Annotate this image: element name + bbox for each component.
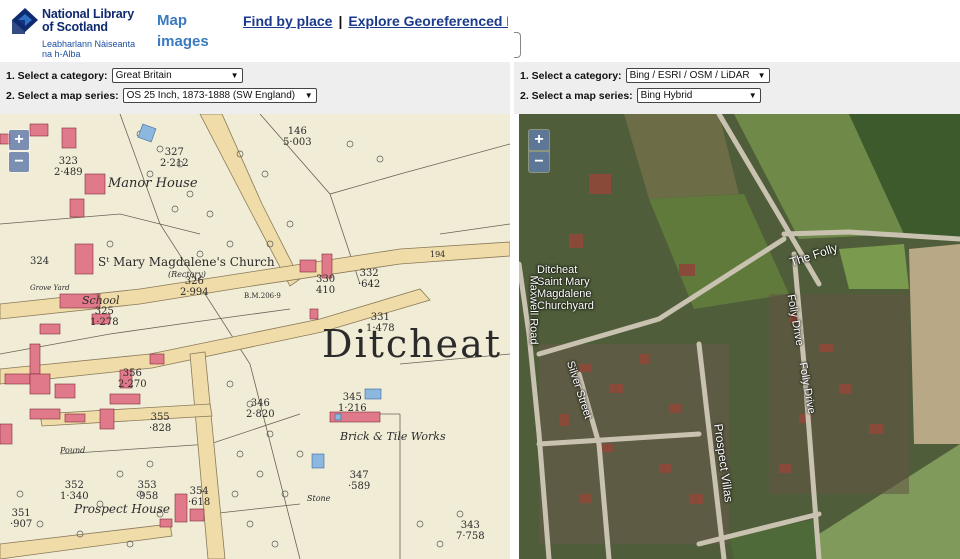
right-category-value: Bing / ESRI / OSM / LiDAR: [629, 70, 750, 81]
right-category-select[interactable]: Bing / ESRI / OSM / LiDAR ▼: [625, 68, 770, 83]
left-zoom-control: + −: [8, 129, 30, 173]
parcel-label: 347·589: [348, 470, 371, 492]
map-label-ditcheat: Ditcheat: [322, 322, 503, 366]
parcel-label: 355·828: [149, 412, 172, 434]
map-label-pound: Pound: [60, 446, 86, 455]
logo-title: National Library of Scotland: [42, 8, 134, 34]
parcel-label: 146 5·003: [283, 126, 312, 148]
map-label-church: Sᵗ Mary Magdalene's Church: [98, 255, 275, 269]
right-category-row: 1. Select a category: Bing / ESRI / OSM …: [520, 68, 770, 83]
map-divider[interactable]: [510, 114, 519, 559]
parcel-label: 354·618: [188, 486, 211, 508]
top-nav: Find by place | Explore Georeferenced Maps: [243, 13, 508, 29]
logo-line2: of Scotland: [42, 20, 108, 34]
parcel-label: 356 2·270: [118, 368, 147, 390]
chevron-down-icon: ▼: [757, 71, 766, 80]
chevron-down-icon: ▼: [748, 91, 757, 100]
find-by-place-link[interactable]: Find by place: [243, 13, 332, 29]
explore-georeferenced-link[interactable]: Explore Georeferenced Maps: [348, 13, 508, 29]
right-series-select[interactable]: Bing Hybrid ▼: [636, 88, 761, 103]
historic-map-viewer[interactable]: + − Manor House Sᵗ Mary Magdalene's Chur…: [0, 114, 510, 559]
left-category-label: 1. Select a category:: [6, 69, 108, 82]
nav-separator: |: [338, 13, 343, 29]
parcel-label: 326 2·994: [180, 276, 209, 298]
satellite-map-graphic: [519, 114, 960, 559]
nls-logo-icon: [12, 8, 38, 34]
map-label-stone: Stone: [307, 494, 331, 503]
zoom-in-button[interactable]: +: [529, 130, 549, 150]
parcel-label: 346 2·820: [246, 398, 275, 420]
logo-gaelic-line1: Leabharlann Nàiseanta: [42, 39, 136, 49]
zoom-out-button[interactable]: −: [9, 152, 29, 172]
header: National Library of Scotland Leabharlann…: [0, 0, 960, 62]
map-label-manor-house: Manor House: [108, 176, 198, 191]
map-label-prospect-house: Prospect House: [74, 502, 171, 516]
sat-label-churchyard: Ditcheat Saint Mary Magdalene Churchyard: [537, 264, 594, 312]
parcel-label: 324: [30, 256, 50, 267]
page-title-line1: Map: [157, 12, 187, 29]
right-control-panel: 1. Select a category: Bing / ESRI / OSM …: [514, 62, 960, 114]
right-category-label: 1. Select a category:: [520, 69, 622, 82]
parcel-label: 323 2·489: [54, 156, 83, 178]
logo-gaelic-line2: na h-Alba: [42, 49, 81, 59]
sat-label-maxwell-road: Maxwell Road: [527, 275, 540, 345]
parcel-label: 327 2·212: [160, 147, 189, 169]
parcel-label: 353·958: [136, 480, 159, 502]
chevron-down-icon: ▼: [230, 71, 239, 80]
map-label-brick-works: Brick & Tile Works: [340, 430, 446, 443]
right-series-value: Bing Hybrid: [640, 90, 693, 101]
map-label-road-mark: 194: [430, 250, 446, 259]
parcel-label: 331 1·478: [366, 312, 395, 334]
parcel-label: 345 1·216: [338, 392, 367, 414]
page-title: Map images: [157, 10, 209, 52]
left-category-select[interactable]: Great Britain ▼: [111, 68, 243, 83]
left-category-row: 1. Select a category: Great Britain ▼: [6, 68, 243, 83]
left-series-select[interactable]: OS 25 Inch, 1873-1888 (SW England) ▼: [122, 88, 317, 103]
zoom-in-button[interactable]: +: [9, 130, 29, 150]
parcel-label: 330 410: [316, 274, 336, 296]
parcel-label: 352 1·340: [60, 480, 89, 502]
nls-logo[interactable]: National Library of Scotland Leabharlann…: [12, 6, 142, 59]
parcel-label: 351·907: [10, 508, 33, 530]
logo-gaelic: Leabharlann Nàiseanta na h-Alba: [42, 39, 135, 59]
page-title-line2: images: [157, 33, 209, 50]
parcel-label: 332·642: [358, 268, 381, 290]
header-divider: [514, 32, 521, 58]
left-category-value: Great Britain: [115, 70, 172, 81]
left-control-panel: 1. Select a category: Great Britain ▼ 2.…: [0, 62, 510, 114]
left-series-label: 2. Select a map series:: [6, 89, 119, 102]
right-series-row: 2. Select a map series: Bing Hybrid ▼: [520, 88, 761, 103]
map-label-benchmark: B.M.206·9: [244, 292, 281, 300]
zoom-out-button[interactable]: −: [529, 152, 549, 172]
chevron-down-icon: ▼: [304, 91, 313, 100]
satellite-map-viewer[interactable]: + − The Folly Ditcheat Saint Mary Magdal…: [519, 114, 960, 559]
left-series-row: 2. Select a map series: OS 25 Inch, 1873…: [6, 88, 317, 103]
right-series-label: 2. Select a map series:: [520, 89, 633, 102]
right-zoom-control: + −: [528, 129, 550, 173]
left-series-value: OS 25 Inch, 1873-1888 (SW England): [126, 90, 296, 101]
map-label-grove-yard: Grove Yard: [30, 284, 70, 292]
parcel-label: 325 1·278: [90, 306, 119, 328]
parcel-label: 343 7·758: [456, 520, 485, 542]
